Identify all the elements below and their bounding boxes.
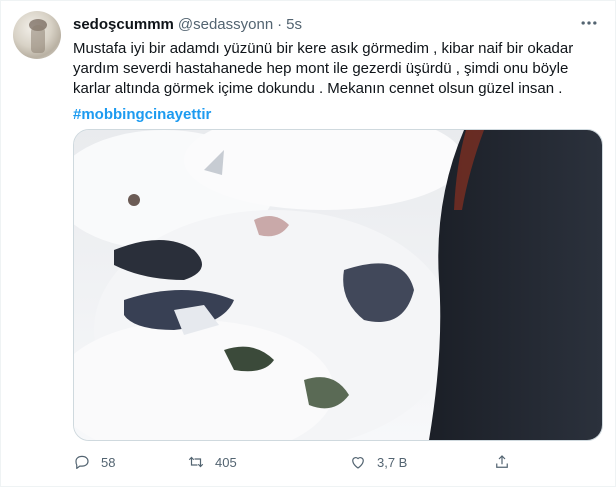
reply-button[interactable]: 58 — [73, 450, 115, 474]
tweet-media-photo[interactable] — [73, 129, 603, 441]
tweet-header: sedoşcummm @sedassyonn · 5s — [73, 14, 575, 34]
retweet-button[interactable]: 405 — [187, 450, 237, 474]
separator-dot: · — [277, 15, 283, 33]
tweet-actions: 58 405 3,7 B — [73, 450, 533, 474]
snow-scene-photo — [74, 130, 602, 440]
user-handle[interactable]: @sedassyonn — [178, 16, 273, 33]
tweet-card[interactable]: sedoşcummm @sedassyonn · 5s Mustafa iyi … — [0, 0, 616, 487]
retweet-icon — [188, 456, 204, 468]
display-name[interactable]: sedoşcummm — [73, 16, 174, 33]
more-horizontal-icon[interactable] — [579, 13, 599, 33]
tweet-text: Mustafa iyi bir adamdı yüzünü bir kere a… — [73, 40, 574, 97]
retweet-count: 405 — [215, 454, 237, 470]
avatar-figure — [31, 25, 45, 53]
avatar[interactable] — [13, 11, 61, 59]
reply-icon — [75, 455, 89, 469]
hashtag-link[interactable]: #mobbingcinayettir — [73, 105, 211, 125]
share-button[interactable] — [493, 450, 521, 474]
reply-count: 58 — [101, 454, 116, 470]
like-button[interactable]: 3,7 B — [349, 450, 407, 474]
like-count: 3,7 B — [377, 454, 408, 470]
share-icon — [496, 455, 508, 468]
timestamp[interactable]: 5s — [286, 16, 302, 33]
heart-icon — [352, 457, 364, 469]
